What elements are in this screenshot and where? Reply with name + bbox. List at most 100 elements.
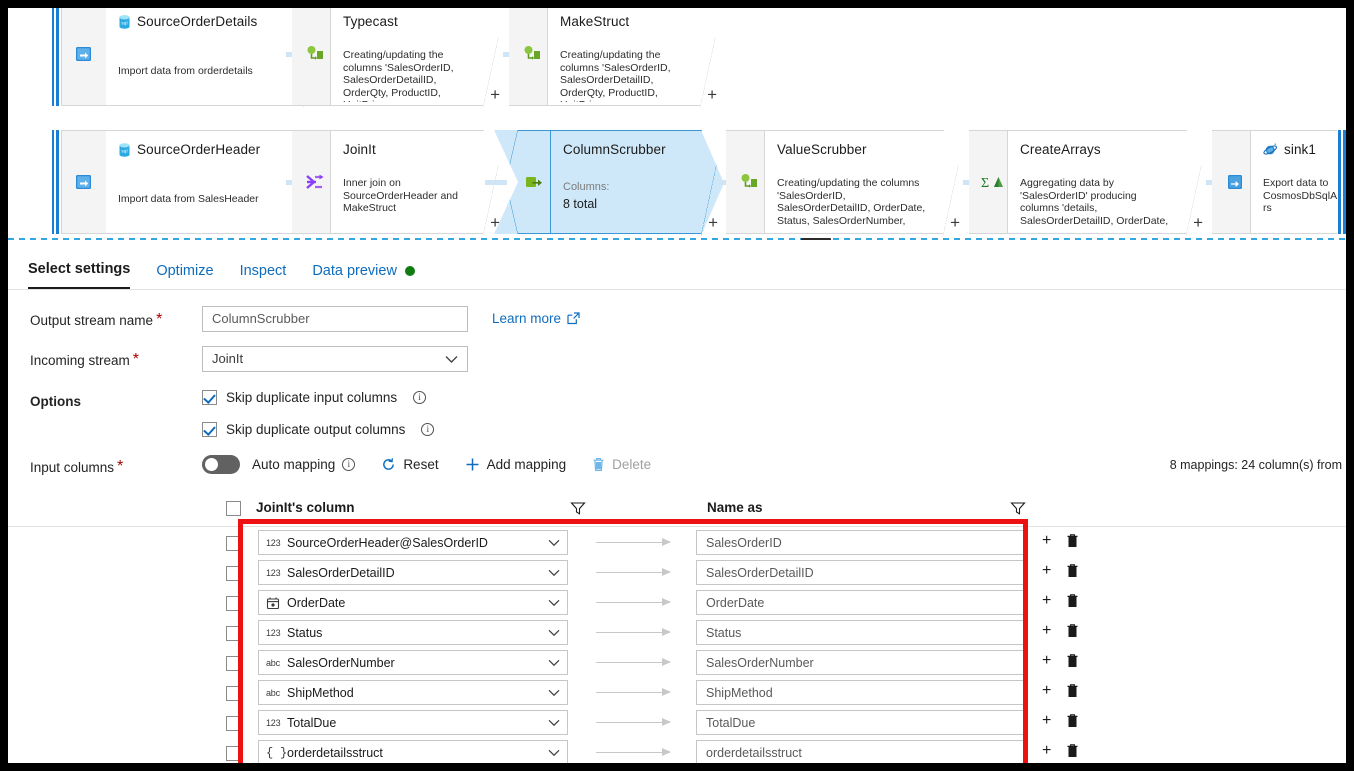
skip-duplicate-output-info-icon[interactable]: i — [421, 423, 435, 436]
row-select-checkbox[interactable] — [226, 746, 241, 761]
row-add-button[interactable]: + — [1042, 622, 1051, 640]
tab-optimize[interactable]: Optimize — [156, 263, 213, 289]
incoming-stream-label: Incoming stream — [30, 352, 130, 368]
row-add-button[interactable]: + — [1042, 682, 1051, 700]
skip-duplicate-input-row[interactable]: Skip duplicate input columns i — [202, 390, 427, 405]
node-description: Creating/updating the columns 'SalesOrde… — [560, 49, 671, 102]
target-name-input[interactable]: SalesOrderID — [696, 530, 1026, 555]
mapping-row[interactable]: { } orderdetailsstruct orderdetailsstruct + — [8, 739, 1346, 763]
mapping-row[interactable]: abc SalesOrderNumber SalesOrderNumber + — [8, 649, 1346, 679]
mapping-row[interactable]: abc ShipMethod ShipMethod + — [8, 679, 1346, 709]
target-name-input[interactable]: OrderDate — [696, 590, 1026, 615]
source-column-dropdown[interactable]: { } orderdetailsstruct — [258, 740, 568, 763]
node-createarrays[interactable]: CreateArrays Aggregating data by 'SalesO… — [1007, 130, 1209, 236]
node-name: SourceOrderDetails — [137, 14, 258, 29]
target-name-input[interactable]: SalesOrderNumber — [696, 650, 1026, 675]
source-filter-icon[interactable] — [570, 501, 586, 516]
mapping-arrow-icon — [596, 628, 671, 636]
skip-duplicate-output-checkbox[interactable] — [202, 422, 217, 437]
mapping-rows-container[interactable]: 123 SourceOrderHeader@SalesOrderID SalesOr… — [8, 529, 1346, 763]
mapping-row[interactable]: OrderDate OrderDate + — [8, 589, 1346, 619]
row-select-checkbox[interactable] — [226, 686, 241, 701]
row-delete-button[interactable] — [1066, 563, 1079, 578]
row-add-button[interactable]: + — [1042, 652, 1051, 670]
node-title: ColumnScrubber — [563, 142, 702, 157]
node-sink1[interactable]: sink1 Export data to CosmosDbSqlApiOrder… — [1250, 130, 1346, 234]
panel-resize-handle[interactable] — [801, 238, 831, 240]
node-body: JoinIt Inner join on SourceOrderHeader a… — [330, 130, 506, 236]
delete-button[interactable]: Delete — [592, 457, 651, 472]
skip-duplicate-input-checkbox[interactable] — [202, 390, 217, 405]
row-select-checkbox[interactable] — [226, 626, 241, 641]
row-delete-button[interactable] — [1066, 653, 1079, 668]
mapping-row[interactable]: 123 SourceOrderHeader@SalesOrderID SalesOr… — [8, 529, 1346, 559]
row-delete-button[interactable] — [1066, 623, 1079, 638]
row-add-button[interactable]: + — [1042, 532, 1051, 550]
target-filter-icon[interactable] — [1010, 501, 1026, 516]
source-column-dropdown[interactable]: 123 SalesOrderDetailID — [258, 560, 568, 585]
reset-button[interactable]: Reset — [381, 457, 439, 472]
source-column-dropdown[interactable]: OrderDate — [258, 590, 568, 615]
trash-icon — [1067, 564, 1078, 578]
row-add-button[interactable]: + — [1042, 742, 1051, 760]
skip-duplicate-input-info-icon[interactable]: i — [413, 391, 427, 404]
target-name-input[interactable]: ShipMethod — [696, 680, 1026, 705]
auto-mapping-toggle[interactable] — [202, 455, 240, 474]
mapping-row[interactable]: 123 TotalDue TotalDue + — [8, 709, 1346, 739]
learn-more-link[interactable]: Learn more — [492, 311, 580, 326]
node-name: SourceOrderHeader — [137, 142, 261, 157]
row-select-checkbox[interactable] — [226, 566, 241, 581]
data-flow-canvas[interactable]: sql SourceOrderDetails Import data from … — [8, 8, 1346, 240]
source-column-dropdown[interactable]: 123 SourceOrderHeader@SalesOrderID — [258, 530, 568, 555]
node-typecast[interactable]: Typecast Creating/updating the columns '… — [330, 8, 506, 108]
row-add-button[interactable]: + — [1042, 592, 1051, 610]
incoming-stream-dropdown[interactable]: JoinIt — [202, 346, 468, 372]
select-all-checkbox[interactable] — [226, 501, 241, 516]
source-column-dropdown[interactable]: abc SalesOrderNumber — [258, 650, 568, 675]
row-delete-button[interactable] — [1066, 683, 1079, 698]
row-delete-button[interactable] — [1066, 713, 1079, 728]
add-mapping-button[interactable]: Add mapping — [465, 457, 567, 472]
node-body: CreateArrays Aggregating data by 'SalesO… — [1007, 130, 1209, 236]
row-add-button[interactable]: + — [1042, 712, 1051, 730]
row-delete-button[interactable] — [1066, 743, 1079, 758]
row-select-checkbox[interactable] — [226, 536, 241, 551]
tab-data-preview[interactable]: Data preview — [312, 263, 415, 289]
node-joinit[interactable]: JoinIt Inner join on SourceOrderHeader a… — [330, 130, 506, 236]
add-next-step-button[interactable]: + — [490, 86, 500, 103]
add-mapping-label: Add mapping — [486, 457, 567, 472]
mapping-row[interactable]: 123 Status Status + — [8, 619, 1346, 649]
source-column-dropdown[interactable]: 123 TotalDue — [258, 710, 568, 735]
node-valuescrubber[interactable]: ValueScrubber Creating/updating the colu… — [764, 130, 966, 236]
row-select-checkbox[interactable] — [226, 716, 241, 731]
row-add-button[interactable]: + — [1042, 562, 1051, 580]
node-source-order-details[interactable]: sql SourceOrderDetails Import data from … — [52, 8, 326, 108]
node-columnscrubber-selected[interactable]: ColumnScrubber Columns: 8 total + — [550, 130, 724, 236]
auto-mapping-info-icon[interactable]: i — [342, 458, 356, 471]
target-name-input[interactable]: TotalDue — [696, 710, 1026, 735]
chevron-down-icon — [548, 719, 560, 727]
mapping-toolbar: Auto mapping i Reset Add mapping Delete … — [202, 455, 1342, 474]
auto-mapping-label: Auto mapping — [252, 457, 336, 472]
node-source-order-header[interactable]: sql SourceOrderHeader Import data from S… — [52, 130, 326, 236]
skip-duplicate-output-row[interactable]: Skip duplicate output columns i — [202, 422, 435, 437]
target-name-input[interactable]: SalesOrderDetailID — [696, 560, 1026, 585]
tab-inspect[interactable]: Inspect — [240, 263, 287, 289]
row-delete-button[interactable] — [1066, 533, 1079, 548]
source-column-dropdown[interactable]: 123 Status — [258, 620, 568, 645]
node-makestruct[interactable]: MakeStruct Creating/updating the columns… — [547, 8, 723, 108]
target-name-input[interactable]: orderdetailsstruct — [696, 740, 1026, 763]
output-stream-input[interactable]: ColumnScrubber — [202, 306, 468, 332]
row-select-checkbox[interactable] — [226, 596, 241, 611]
add-next-step-button[interactable]: + — [1193, 214, 1203, 231]
target-name-input[interactable]: Status — [696, 620, 1026, 645]
source-column-dropdown[interactable]: abc ShipMethod — [258, 680, 568, 705]
row-delete-button[interactable] — [1066, 593, 1079, 608]
mapping-row[interactable]: 123 SalesOrderDetailID SalesOrderDetailID + — [8, 559, 1346, 589]
add-next-step-button[interactable]: + — [707, 86, 717, 103]
tab-select-settings[interactable]: Select settings — [28, 261, 131, 289]
add-next-step-button[interactable]: + — [708, 214, 718, 231]
row-select-checkbox[interactable] — [226, 656, 241, 671]
add-next-step-button[interactable]: + — [950, 214, 960, 231]
chevron-down-icon — [548, 629, 560, 637]
